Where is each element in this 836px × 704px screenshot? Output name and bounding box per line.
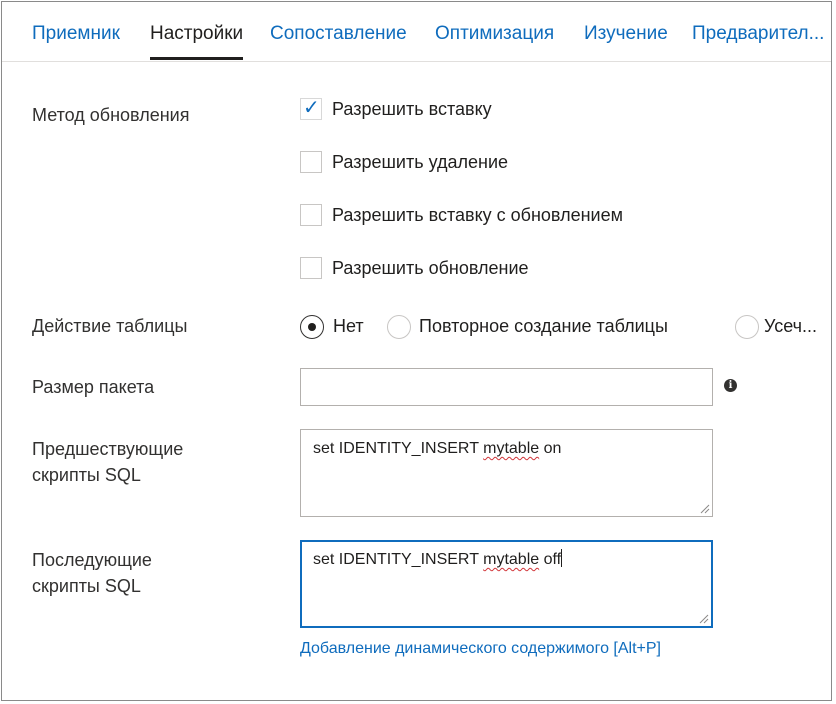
table-action-truncate-label[interactable]: Усеч... <box>764 313 817 339</box>
batch-size-input[interactable] <box>300 368 713 406</box>
allow-insert-label: Разрешить вставку <box>332 99 492 119</box>
tab-inspect[interactable]: Изучение <box>584 22 668 46</box>
resize-grip-icon[interactable] <box>697 612 709 624</box>
tab-settings[interactable]: Настройки <box>150 22 244 60</box>
spellcheck-word: mytable <box>483 551 540 568</box>
spellcheck-word: mytable <box>483 440 540 457</box>
tab-bar: Приемник Настройки Сопоставление Оптимиз… <box>2 2 831 62</box>
radio-selected-dot <box>308 323 316 331</box>
checkmark-icon: ✓ <box>303 97 320 119</box>
pre-sql-textarea[interactable]: set IDENTITY_INSERT mytable on <box>300 429 713 517</box>
table-action-recreate-label[interactable]: Повторное создание таблицы <box>419 313 668 339</box>
tab-optimize[interactable]: Оптимизация <box>435 22 554 46</box>
settings-panel: Приемник Настройки Сопоставление Оптимиз… <box>1 1 832 701</box>
tab-preview[interactable]: Предварител... <box>692 22 824 46</box>
allow-delete-label: Разрешить удаление <box>332 152 509 172</box>
pre-sql-value: set IDENTITY_INSERT mytable on <box>313 440 562 457</box>
allow-insert-checkbox[interactable]: ✓ <box>300 97 322 120</box>
allow-upsert-checkbox[interactable] <box>300 204 322 226</box>
table-action-label: Действие таблицы <box>32 316 188 336</box>
table-action-truncate-radio[interactable] <box>735 315 759 339</box>
batch-size-label: Размер пакета <box>32 377 155 397</box>
tab-mapping[interactable]: Сопоставление <box>270 22 407 46</box>
table-action-none-radio[interactable] <box>300 315 324 339</box>
post-sql-label-line2: скрипты SQL <box>32 576 141 596</box>
info-icon[interactable]: i <box>724 379 737 392</box>
post-sql-label-line1: Последующие <box>32 550 152 570</box>
allow-delete-checkbox[interactable] <box>300 151 322 173</box>
pre-sql-label-line2: скрипты SQL <box>32 465 141 485</box>
table-action-none-label[interactable]: Нет <box>333 313 364 339</box>
tab-sink[interactable]: Приемник <box>32 22 120 46</box>
post-sql-value: set IDENTITY_INSERT mytable off <box>313 549 563 568</box>
allow-update-label: Разрешить обновление <box>332 258 529 278</box>
resize-grip-icon[interactable] <box>698 502 710 514</box>
allow-update-checkbox[interactable] <box>300 257 322 279</box>
pre-sql-label-line1: Предшествующие <box>32 439 184 459</box>
text-caret <box>561 549 563 567</box>
table-action-recreate-radio[interactable] <box>387 315 411 339</box>
add-dynamic-content-link[interactable]: Добавление динамического содержимого [Al… <box>300 638 661 660</box>
post-sql-textarea[interactable]: set IDENTITY_INSERT mytable off <box>300 540 713 628</box>
update-method-label: Метод обновления <box>32 105 190 125</box>
allow-upsert-label: Разрешить вставку с обновлением <box>332 205 623 225</box>
